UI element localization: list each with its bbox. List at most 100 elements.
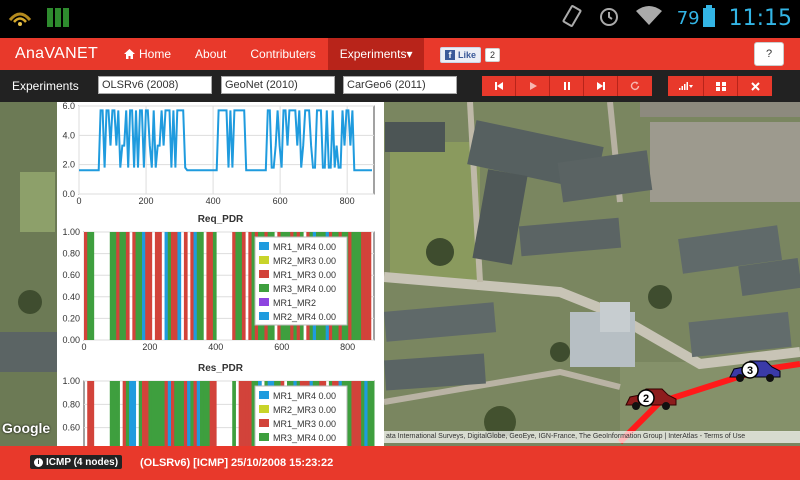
legend-swatch: [259, 419, 269, 427]
legend-swatch: [259, 312, 269, 320]
pdr-bar: [90, 232, 95, 340]
facebook-like-button[interactable]: f Like: [440, 47, 482, 63]
close-icon: [750, 81, 760, 91]
x-tick-label: 600: [273, 196, 288, 206]
pdr-bar: [241, 381, 246, 446]
nav-links: Home About Contributers Experiments▾: [112, 38, 425, 70]
experiments-label: Experiments: [12, 79, 79, 93]
pdr-bar: [151, 381, 156, 446]
close-view-button[interactable]: [738, 76, 772, 96]
facebook-like-widget: f Like 2: [440, 47, 501, 63]
protocol-badge[interactable]: i ICMP (4 nodes): [30, 455, 123, 469]
pdr-bar: [87, 381, 91, 446]
vehicle-marker-2[interactable]: 2: [624, 387, 678, 416]
req-pdr-title: Req_PDR: [197, 214, 244, 225]
pdr-bar: [190, 381, 195, 446]
legend-label: MR2_MR3 0.00: [273, 405, 336, 415]
nav-home[interactable]: Home: [112, 38, 183, 70]
alarm-icon: [597, 4, 621, 33]
legend-label: MR1_MR4 0.00: [273, 242, 336, 252]
x-tick-label: 400: [208, 342, 223, 352]
y-tick-label: 0.80: [62, 399, 80, 409]
pause-button[interactable]: [550, 76, 584, 96]
pdr-bar: [154, 381, 159, 446]
legend-swatch: [259, 405, 269, 413]
pdr-bar: [164, 232, 169, 340]
pdr-bar: [183, 381, 188, 446]
experiments-toolbar: Experiments: [0, 70, 800, 102]
pdr-bar: [348, 381, 352, 446]
grid-view-button[interactable]: [704, 76, 738, 96]
experiment-input-geonet[interactable]: [221, 76, 335, 94]
skip-forward-button[interactable]: [584, 76, 618, 96]
pdr-bar: [364, 232, 369, 340]
x-tick-label: 600: [274, 342, 289, 352]
pdr-bar: [245, 381, 249, 446]
nav-experiments-dropdown[interactable]: Experiments▾: [327, 38, 425, 70]
pdr-bar: [84, 232, 88, 340]
nav-home-label: Home: [139, 47, 172, 61]
grid-icon: [715, 81, 726, 91]
battery-level: 79: [676, 8, 700, 29]
pdr-bar: [212, 232, 217, 340]
map-attribution[interactable]: ata International Surveys, DigitalGlobe,…: [384, 431, 800, 443]
res-pdr-chart: 1.000.800.600.40MR1_MR4 0.00MR2_MR3 0.00…: [62, 376, 375, 446]
pdr-bar: [183, 232, 188, 340]
pdr-bar: [87, 232, 91, 340]
y-tick-label: 0.80: [62, 249, 80, 259]
pdr-bar: [235, 232, 240, 340]
pause-icon: [563, 82, 570, 90]
refresh-button[interactable]: [618, 76, 652, 96]
skip-back-button[interactable]: [482, 76, 516, 96]
pdr-bar: [167, 381, 172, 446]
legend-swatch: [259, 298, 269, 306]
pdr-bar: [193, 381, 198, 446]
pdr-bar: [357, 232, 362, 340]
pdr-bar: [171, 232, 175, 340]
pdr-bar: [125, 232, 130, 340]
legend-swatch: [259, 242, 269, 250]
x-tick-label: 400: [206, 196, 221, 206]
nav-contributers[interactable]: Contributers: [238, 38, 327, 70]
charts-panel[interactable]: 6.0 4.0 2.0 0.0 0 200 400 600 800 Req_PDR 1.00 0.…: [57, 102, 384, 446]
pdr-bar: [142, 381, 146, 446]
legend-label: MR1_MR4 0.00: [273, 391, 336, 401]
y-tick-label: 1.00: [62, 227, 80, 237]
x-tick-label: 200: [142, 342, 157, 352]
view-controls: [668, 76, 772, 96]
legend-swatch: [259, 284, 269, 292]
y-tick-label: 4.0: [62, 130, 75, 140]
pdr-bar: [361, 232, 365, 340]
nav-about[interactable]: About: [183, 38, 238, 70]
y-tick-label: 0.60: [62, 423, 80, 433]
legend-label: MR2_MR3 0.00: [273, 256, 336, 266]
experiment-input-cargeo6[interactable]: [343, 76, 457, 94]
pdr-bar: [158, 232, 162, 340]
pdr-bar: [248, 232, 253, 340]
throughput-chart: 6.0 4.0 2.0 0.00 200 400 600 800: [62, 102, 375, 206]
pdr-bar: [357, 381, 362, 446]
experiment-input-olsrv6[interactable]: [98, 76, 212, 94]
car-icon: 3: [729, 360, 781, 382]
pdr-bar: [148, 232, 153, 340]
pdr-bar: [238, 232, 243, 340]
x-tick-label: 0: [81, 342, 86, 352]
help-button[interactable]: ?: [754, 42, 784, 66]
play-button[interactable]: [516, 76, 550, 96]
pdr-bar: [119, 232, 124, 340]
google-logo: Google: [2, 420, 51, 436]
signal-chart-dropdown[interactable]: [668, 76, 704, 96]
pdr-bar: [109, 232, 114, 340]
pdr-bar: [177, 232, 182, 340]
pdr-bar: [367, 232, 372, 340]
pdr-bar: [164, 381, 169, 446]
legend-swatch: [259, 256, 269, 264]
play-icon: [529, 82, 537, 90]
legend-swatch: [259, 270, 269, 278]
pdr-bar: [370, 381, 375, 446]
vehicle-marker-3[interactable]: 3: [728, 359, 782, 388]
brand-logo[interactable]: AnaVANET: [15, 45, 98, 63]
pdr-bar: [138, 232, 143, 340]
main-content: 2 3 Google ata International Surveys, Di…: [0, 102, 800, 446]
pdr-bar: [129, 381, 133, 446]
